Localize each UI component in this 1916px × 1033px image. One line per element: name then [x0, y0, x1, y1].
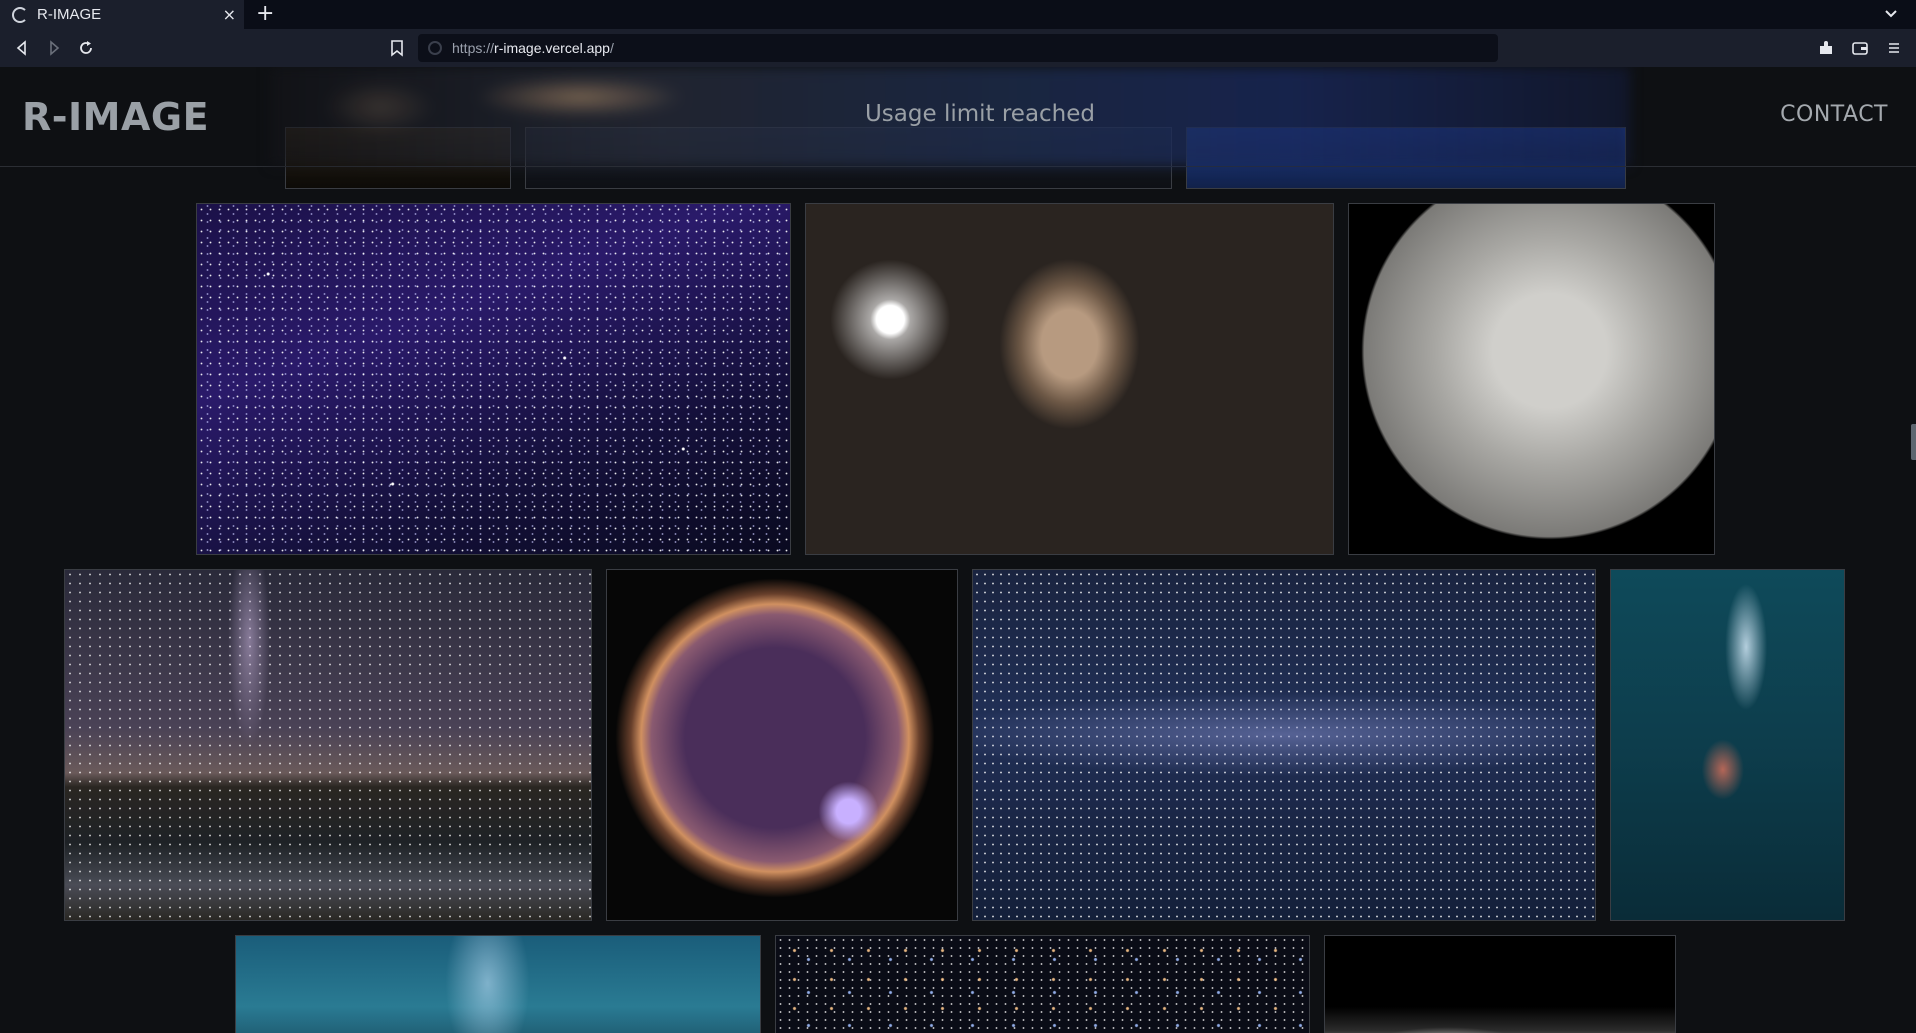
gallery-image-lunar-surface[interactable]: [1324, 935, 1676, 1033]
gallery-image-mountain-lake[interactable]: [64, 569, 592, 921]
new-tab-button[interactable]: +: [256, 2, 274, 26]
browser-toolbar: https://r-image.vercel.app/: [0, 29, 1916, 67]
gallery-image-teal-night[interactable]: [235, 935, 761, 1033]
gallery-image-jar[interactable]: [1610, 569, 1845, 921]
contact-link[interactable]: CONTACT: [1780, 102, 1888, 127]
gallery-image-astronaut[interactable]: [805, 203, 1334, 555]
close-tab-icon[interactable]: ×: [223, 5, 236, 24]
extensions-icon[interactable]: [1816, 38, 1836, 58]
forward-icon[interactable]: [44, 38, 64, 58]
gallery-image-colored-stars[interactable]: [775, 935, 1310, 1033]
reload-icon[interactable]: [76, 38, 96, 58]
back-icon[interactable]: [12, 38, 32, 58]
tab-title: R-IMAGE: [37, 6, 102, 23]
browser-tab[interactable]: R-IMAGE ×: [0, 0, 244, 29]
chevron-down-icon[interactable]: [1882, 4, 1900, 22]
bookmark-icon[interactable]: [389, 38, 405, 58]
page-content: R-IMAGE Usage limit reached CONTACT: [0, 67, 1916, 1033]
site-header: R-IMAGE Usage limit reached CONTACT: [0, 67, 1916, 167]
gallery-image-moon[interactable]: [1348, 203, 1715, 555]
address-bar[interactable]: https://r-image.vercel.app/: [418, 34, 1498, 62]
gallery-image-starfield[interactable]: [196, 203, 791, 555]
url-text: https://r-image.vercel.app/: [452, 40, 614, 56]
gallery-image-milky-way[interactable]: [972, 569, 1596, 921]
browser-tab-bar: R-IMAGE × +: [0, 0, 1916, 29]
gallery-image-sun[interactable]: [606, 569, 958, 921]
loading-spinner-icon: [12, 6, 28, 23]
scrollbar-thumb[interactable]: [1911, 424, 1916, 460]
wallet-icon[interactable]: [1850, 38, 1870, 58]
usage-limit-banner: Usage limit reached: [864, 101, 1096, 127]
menu-icon[interactable]: [1884, 38, 1904, 58]
site-info-icon[interactable]: [428, 41, 442, 55]
